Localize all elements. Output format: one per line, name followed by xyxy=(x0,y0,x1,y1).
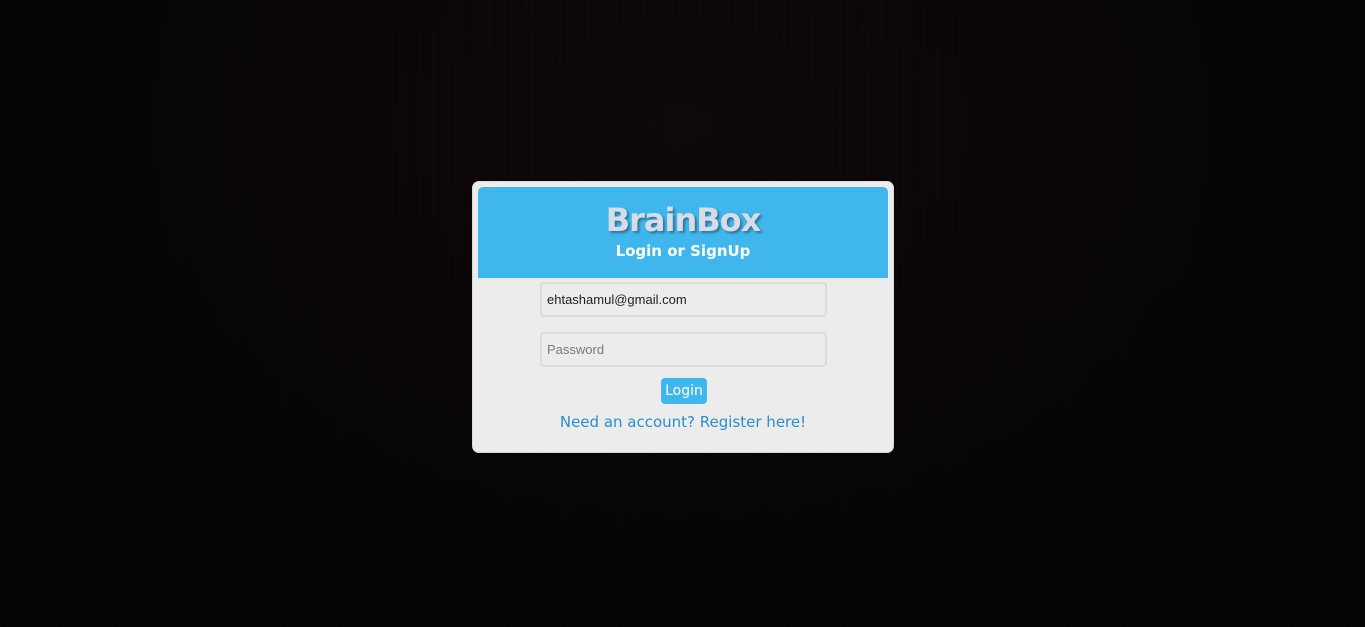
brand-title: BrainBox xyxy=(605,201,762,239)
email-field[interactable] xyxy=(540,282,827,317)
login-card: BrainBox Login or SignUp Login Need an a… xyxy=(472,181,894,453)
register-link[interactable]: Need an account? Register here! xyxy=(473,412,893,432)
card-header: BrainBox Login or SignUp xyxy=(478,187,888,278)
login-button[interactable]: Login xyxy=(661,378,707,404)
card-subtitle: Login or SignUp xyxy=(615,242,751,260)
password-field[interactable] xyxy=(540,332,827,367)
